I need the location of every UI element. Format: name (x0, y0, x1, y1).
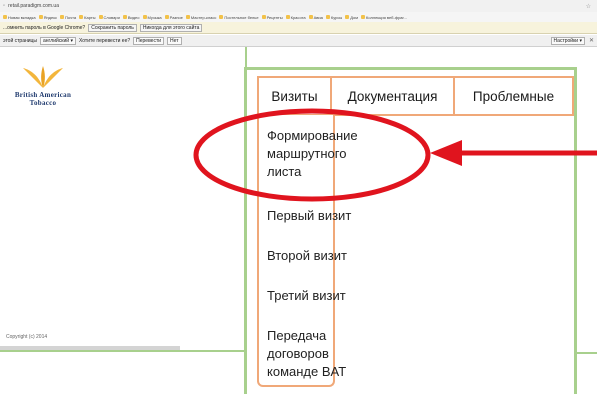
bookmark-item[interactable]: Постельное белье (219, 15, 259, 20)
bookmark-item[interactable]: Коллекция веб-фраг... (361, 15, 407, 20)
bookmark-icon (219, 15, 224, 19)
translate-question: Хотите перевести ее? (78, 37, 131, 44)
address-url[interactable]: retail.paradigm.com.ua (8, 3, 585, 9)
save-password-prompt: ...омнить пароль в Google Chrome? (3, 24, 86, 31)
bookmark-icon (261, 15, 266, 19)
bookmark-icon (361, 15, 365, 19)
bookmark-item[interactable]: Словари (98, 15, 120, 20)
translate-bar: этой страницы английский ▾ Хотите переве… (0, 35, 597, 47)
bookmark-item[interactable]: Авиа (308, 15, 323, 20)
bookmark-item[interactable]: Новая вкладка (3, 15, 36, 20)
bookmark-item[interactable]: Рецепты (261, 15, 283, 20)
bookmark-icon (3, 15, 7, 19)
bookmark-item[interactable]: Курсы (325, 15, 342, 20)
bookmark-icon (79, 15, 84, 19)
bookmark-item[interactable]: Разное (164, 15, 183, 20)
page-icon: ◦ (3, 3, 6, 9)
bat-logo: British American Tobacco (8, 66, 78, 107)
bookmark-icon (185, 15, 190, 19)
menu-item-route-sheet[interactable]: Формирование маршрутного листа (267, 127, 377, 181)
close-icon[interactable]: ✕ (589, 37, 594, 44)
bookmark-icon (308, 15, 313, 19)
bookmark-icon (325, 15, 330, 19)
save-password-button[interactable]: Сохранить пароль (88, 23, 137, 32)
visits-dropdown: Формирование маршрутного листа Первый ви… (257, 115, 358, 387)
language-select[interactable]: английский ▾ (40, 36, 76, 45)
no-translate-button[interactable]: Нет (167, 36, 182, 45)
tab-problems[interactable]: Проблемные (455, 78, 572, 114)
bookmark-item[interactable]: Красота (285, 15, 306, 20)
tab-visits[interactable]: Визиты (259, 78, 332, 114)
bookmark-icon (345, 15, 350, 19)
never-for-site-button[interactable]: Никогда для этого сайта (139, 23, 203, 32)
bookmark-item[interactable]: Видео (122, 15, 140, 20)
bookmarks-bar: Новая вкладка Яндекс Почта Карты Словари… (0, 12, 597, 22)
bookmark-icon (122, 15, 127, 19)
bookmark-item[interactable]: Мастер-класс (185, 15, 216, 20)
bookmark-item[interactable]: Дом (345, 15, 358, 20)
logo-line-2: Tobacco (29, 99, 57, 107)
copyright-text: Copyright (c) 2014 (6, 334, 48, 340)
address-bar[interactable]: ◦ retail.paradigm.com.ua ☆ (0, 0, 597, 12)
translate-prompt: этой страницы (3, 37, 38, 44)
bookmark-icon (38, 15, 43, 19)
logo-line-1: British American (14, 91, 72, 99)
bookmark-icon (285, 15, 290, 19)
tab-documentation[interactable]: Документация (332, 78, 455, 114)
menu-item-contract-transfer[interactable]: Передача договоров команде BAT (267, 327, 377, 381)
leaf-logo-icon (23, 66, 63, 88)
frame-divider (577, 352, 597, 354)
horizontal-scrollbar[interactable] (0, 346, 180, 350)
bookmark-icon (142, 15, 147, 19)
menu-item-second-visit[interactable]: Второй визит (267, 247, 377, 265)
translate-button[interactable]: Перевести (133, 36, 165, 45)
menu-item-first-visit[interactable]: Первый визит (267, 207, 377, 225)
bookmark-item[interactable]: Музыка (142, 15, 162, 20)
bookmark-icon (60, 15, 65, 19)
main-tabs: Визиты Документация Проблемные (257, 76, 574, 116)
menu-item-third-visit[interactable]: Третий визит (267, 287, 377, 305)
bookmark-item[interactable]: Почта (60, 15, 76, 20)
save-password-bar: ...омнить пароль в Google Chrome? Сохран… (0, 22, 597, 34)
bookmark-item[interactable]: Карты (79, 15, 96, 20)
bookmark-icon (164, 15, 169, 19)
bookmark-star-icon[interactable]: ☆ (586, 3, 591, 10)
bookmark-item[interactable]: Яндекс (38, 15, 57, 20)
translate-settings-button[interactable]: Настройки ▾ (550, 36, 585, 45)
bookmark-icon (98, 15, 103, 19)
